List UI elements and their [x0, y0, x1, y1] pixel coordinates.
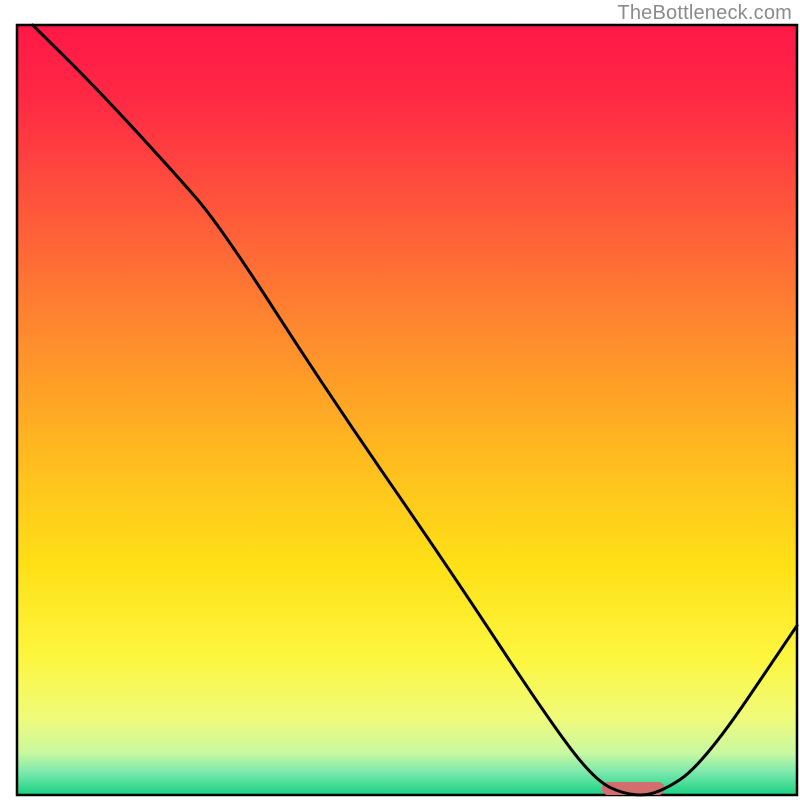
plot-background — [17, 25, 797, 795]
chart-container: TheBottleneck.com — [0, 0, 800, 800]
watermark-text: TheBottleneck.com — [617, 2, 792, 25]
chart-svg — [0, 0, 800, 800]
